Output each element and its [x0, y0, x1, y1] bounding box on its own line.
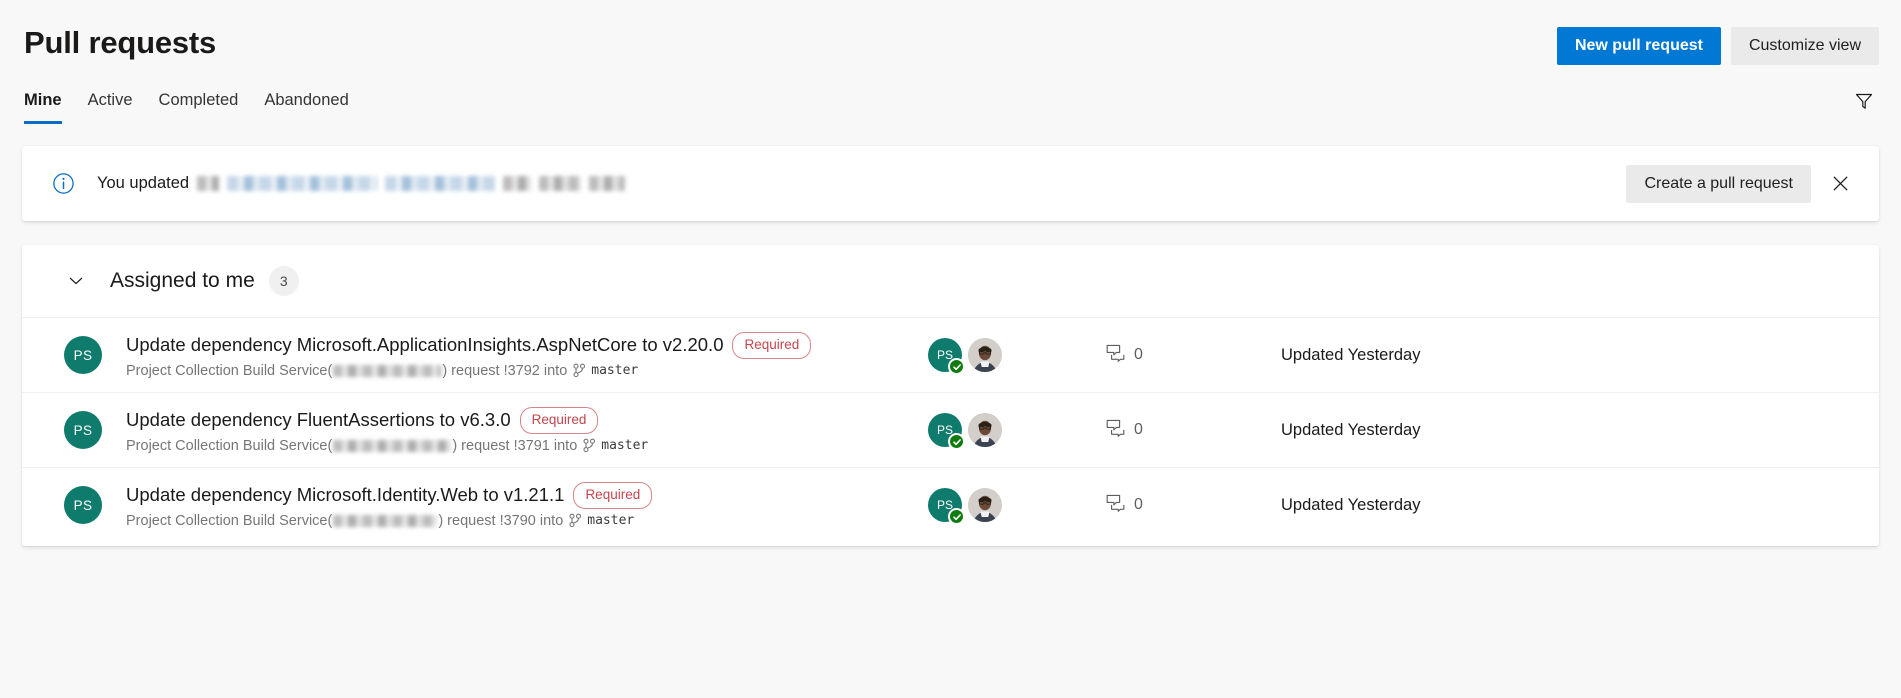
- customize-view-button[interactable]: Customize view: [1730, 27, 1879, 65]
- approved-check-icon: [948, 433, 965, 450]
- comment-count-value: 0: [1134, 421, 1143, 438]
- filter-icon[interactable]: [1851, 88, 1877, 114]
- reviewer-avatar-build-service[interactable]: PS: [928, 488, 965, 525]
- tab-completed[interactable]: Completed: [159, 90, 239, 124]
- redacted-date-month: [539, 176, 582, 191]
- pr-target-branch: master: [591, 363, 639, 378]
- reviewer-avatar-photo[interactable]: [968, 413, 1002, 447]
- page-header: Pull requests New pull request Customize…: [0, 0, 1901, 65]
- tab-mine[interactable]: Mine: [24, 90, 62, 124]
- pr-author: Project Collection Build Service: [126, 437, 328, 454]
- redacted-author-email: [333, 514, 438, 527]
- pull-requests-list-card: Assigned to me 3 PS Update dependency Mi…: [22, 245, 1879, 546]
- reviewer-avatar-build-service[interactable]: PS: [928, 338, 965, 375]
- branch-icon: [568, 513, 582, 528]
- pr-main: Update dependency Microsoft.ApplicationI…: [126, 331, 916, 379]
- pr-title[interactable]: Update dependency Microsoft.Identity.Web…: [126, 483, 564, 507]
- table-row[interactable]: PS Update dependency Microsoft.Identity.…: [22, 467, 1879, 542]
- status-badge: Required: [573, 481, 653, 509]
- redacted-pipeline-name: [385, 176, 496, 191]
- comment-count-value: 0: [1134, 496, 1143, 513]
- comment-icon: [1106, 419, 1126, 442]
- paren-open: (: [327, 512, 333, 529]
- close-icon[interactable]: [1823, 167, 1857, 201]
- avatar: PS: [64, 411, 102, 449]
- comment-count: 0: [1106, 494, 1281, 517]
- pr-title-line: Update dependency Microsoft.Identity.Web…: [126, 481, 916, 509]
- table-row[interactable]: PS Update dependency FluentAssertions to…: [22, 392, 1879, 467]
- group-header-assigned-to-me[interactable]: Assigned to me 3: [22, 245, 1879, 317]
- pr-request-text: ) request !3790 into: [438, 512, 564, 529]
- comment-icon: [1106, 494, 1126, 517]
- redacted-author-email: [333, 364, 442, 377]
- create-a-pull-request-button[interactable]: Create a pull request: [1626, 164, 1811, 203]
- tab-abandoned[interactable]: Abandoned: [264, 90, 348, 124]
- reviewers: PS: [916, 488, 1106, 525]
- pr-main: Update dependency FluentAssertions to v6…: [126, 406, 916, 454]
- pr-title[interactable]: Update dependency Microsoft.ApplicationI…: [126, 333, 723, 357]
- branch-icon: [582, 438, 596, 453]
- redacted-author-email: [333, 439, 452, 452]
- comment-icon: [1106, 344, 1126, 367]
- branch-icon: [572, 363, 586, 378]
- pr-subtitle: Project Collection Build Service ( ) req…: [126, 438, 916, 454]
- header-actions: New pull request Customize view: [1556, 27, 1879, 65]
- group-title: Assigned to me: [110, 269, 255, 292]
- approved-check-icon: [948, 358, 965, 375]
- updated-timestamp: Updated Yesterday: [1281, 345, 1421, 364]
- banner-actions: Create a pull request: [1626, 164, 1857, 203]
- redacted-branch-icon: [197, 176, 220, 191]
- redacted-date-year: [589, 176, 626, 191]
- updated-timestamp: Updated Yesterday: [1281, 495, 1421, 514]
- pr-target-branch: master: [601, 438, 649, 453]
- new-pull-request-button[interactable]: New pull request: [1556, 27, 1721, 65]
- reviewer-avatar-photo[interactable]: [968, 488, 1002, 522]
- banner-label: You updated: [97, 174, 190, 192]
- comment-count: 0: [1106, 344, 1281, 367]
- group-count-badge: 3: [268, 266, 299, 296]
- approved-check-icon: [948, 508, 965, 525]
- paren-open: (: [327, 437, 333, 454]
- pr-title-line: Update dependency FluentAssertions to v6…: [126, 406, 916, 434]
- tab-bar: Mine Active Completed Abandoned: [0, 78, 1901, 124]
- pr-subtitle: Project Collection Build Service ( ) req…: [126, 513, 916, 529]
- pr-subtitle: Project Collection Build Service ( ) req…: [126, 363, 916, 379]
- pr-title-line: Update dependency Microsoft.ApplicationI…: [126, 331, 916, 359]
- updated-timestamp: Updated Yesterday: [1281, 420, 1421, 439]
- redacted-branch-name: [227, 176, 378, 191]
- chevron-down-icon[interactable]: [64, 272, 88, 290]
- pr-author: Project Collection Build Service: [126, 362, 328, 379]
- update-notification-banner: You updated Create a pull request: [22, 146, 1879, 221]
- tab-active[interactable]: Active: [88, 90, 133, 124]
- pr-main: Update dependency Microsoft.Identity.Web…: [126, 481, 916, 529]
- pr-author: Project Collection Build Service: [126, 512, 328, 529]
- reviewers: PS: [916, 413, 1106, 450]
- avatar: PS: [64, 486, 102, 524]
- reviewer-avatar-build-service[interactable]: PS: [928, 413, 965, 450]
- info-icon: [52, 172, 75, 195]
- table-row[interactable]: PS Update dependency Microsoft.Applicati…: [22, 317, 1879, 392]
- reviewer-avatar-photo[interactable]: [968, 338, 1002, 372]
- comment-count-value: 0: [1134, 346, 1143, 363]
- status-badge: Required: [519, 406, 599, 434]
- pr-title[interactable]: Update dependency FluentAssertions to v6…: [126, 408, 511, 432]
- paren-open: (: [327, 362, 333, 379]
- status-badge: Required: [732, 331, 812, 359]
- avatar: PS: [64, 336, 102, 374]
- pr-request-text: ) request !3792 into: [442, 362, 568, 379]
- pr-request-text: ) request !3791 into: [452, 437, 578, 454]
- comment-count: 0: [1106, 419, 1281, 442]
- banner-message: You updated: [97, 174, 626, 193]
- reviewers: PS: [916, 338, 1106, 375]
- redacted-date-day: [503, 176, 532, 191]
- pr-target-branch: master: [587, 513, 635, 528]
